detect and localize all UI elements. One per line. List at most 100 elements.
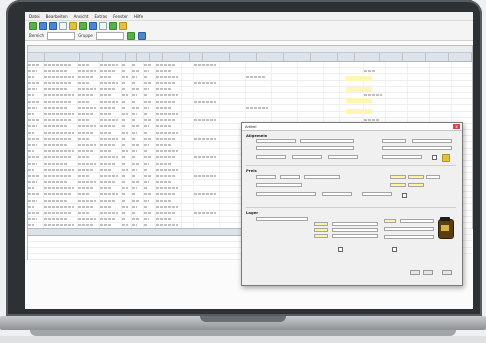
refresh-icon[interactable] [89,22,97,30]
column-header[interactable] [230,53,257,61]
filter-select-1[interactable] [47,31,76,40]
table-row[interactable] [28,254,253,260]
option-checkbox-2[interactable] [392,247,397,252]
price-field-4[interactable] [426,175,440,179]
stock-highlight-3[interactable] [314,234,328,238]
column-header[interactable] [163,53,190,61]
clear-filter-icon[interactable] [137,31,146,40]
article-name-field[interactable] [300,139,354,143]
cell-text [100,162,115,165]
cell-text [78,69,96,72]
column-header[interactable] [28,53,45,61]
tax-field[interactable] [328,155,358,159]
info-icon[interactable] [442,154,450,162]
table-cell [156,142,182,148]
price-highlight-2[interactable] [408,175,424,179]
column-header[interactable] [126,53,137,61]
column-header[interactable] [45,53,80,61]
price-highlight-4[interactable] [408,183,424,187]
detail-table [27,228,254,260]
column-header[interactable] [311,53,338,61]
ok-icon[interactable] [109,22,117,30]
print-icon[interactable] [59,22,67,30]
table-cell [156,136,182,142]
max-stock-field[interactable] [384,235,434,239]
table-cell [144,74,156,80]
export-icon[interactable] [99,22,107,30]
category-field[interactable] [256,155,286,159]
discount-field[interactable] [256,183,302,187]
min-stock-field[interactable] [384,227,434,231]
ok-button[interactable] [410,270,420,275]
stock-highlight-4[interactable] [384,219,396,223]
price-highlight-1[interactable] [390,175,406,179]
column-header[interactable] [137,53,150,61]
markup-field[interactable] [362,192,392,196]
column-header[interactable] [449,53,472,61]
menu-bearbeiten[interactable]: Bearbeiten [46,14,68,19]
apply-filter-icon[interactable] [126,31,135,40]
price-field-3[interactable] [304,175,340,179]
supplier-field[interactable] [382,146,452,150]
stock-highlight-1[interactable] [314,222,328,226]
column-header[interactable] [284,53,311,61]
save-icon[interactable] [49,22,57,30]
active-checkbox[interactable] [432,155,437,160]
column-header[interactable] [80,53,103,61]
close-icon[interactable]: x [453,124,460,129]
menu-fenster[interactable]: Fenster [113,14,128,19]
column-header[interactable] [355,53,380,61]
filter-icon[interactable] [79,22,87,30]
column-header[interactable] [150,53,163,61]
price-field-1[interactable] [256,175,276,179]
manufacturer-field[interactable] [382,155,422,159]
unit-field[interactable] [382,139,406,143]
column-header[interactable] [203,53,230,61]
search-icon[interactable] [69,22,77,30]
warning-icon[interactable] [119,22,127,30]
cell-text [28,119,40,122]
table-cell [272,62,298,68]
cell-text [122,224,128,227]
option-checkbox-1[interactable] [338,247,343,252]
price-field-2[interactable] [280,175,300,179]
open-icon[interactable] [39,22,47,30]
cancel-button[interactable] [442,270,452,275]
table-cell [182,216,194,222]
cell-text [78,193,90,196]
apply-button[interactable] [423,270,433,275]
menu-extras[interactable]: Extras [94,14,107,19]
stock-field-2[interactable] [332,228,378,232]
table-cell [246,86,272,92]
column-header[interactable] [426,53,449,61]
column-header[interactable] [190,53,203,61]
article-number-field[interactable] [256,139,296,143]
stock-field-3[interactable] [332,234,378,238]
column-header[interactable] [403,53,426,61]
new-icon[interactable] [29,22,37,30]
stock-highlight-2[interactable] [314,228,328,232]
menu-datei[interactable]: Datei [29,14,40,19]
menu-ansicht[interactable]: Ansicht [74,14,89,19]
table-cell [386,62,408,68]
cell-text [144,143,149,146]
menu-hilfe[interactable]: Hilfe [134,14,143,19]
ean-field[interactable] [292,155,322,159]
filter-select-2[interactable] [95,31,124,40]
column-header[interactable] [338,53,355,61]
column-header[interactable] [103,53,126,61]
group-field[interactable] [412,139,452,143]
column-header[interactable] [257,53,284,61]
column-header[interactable] [380,53,403,61]
reorder-field[interactable] [400,219,434,223]
cell-text [44,199,68,202]
price-option-checkbox[interactable] [402,193,407,198]
cost-field[interactable] [256,192,316,196]
table-cell [298,92,324,99]
stock-field-1[interactable] [332,222,378,226]
price-highlight-3[interactable] [390,183,406,187]
stock-location-field[interactable] [256,217,308,221]
margin-field[interactable] [322,192,352,196]
description-field[interactable] [256,146,354,150]
cell-text [44,150,74,153]
